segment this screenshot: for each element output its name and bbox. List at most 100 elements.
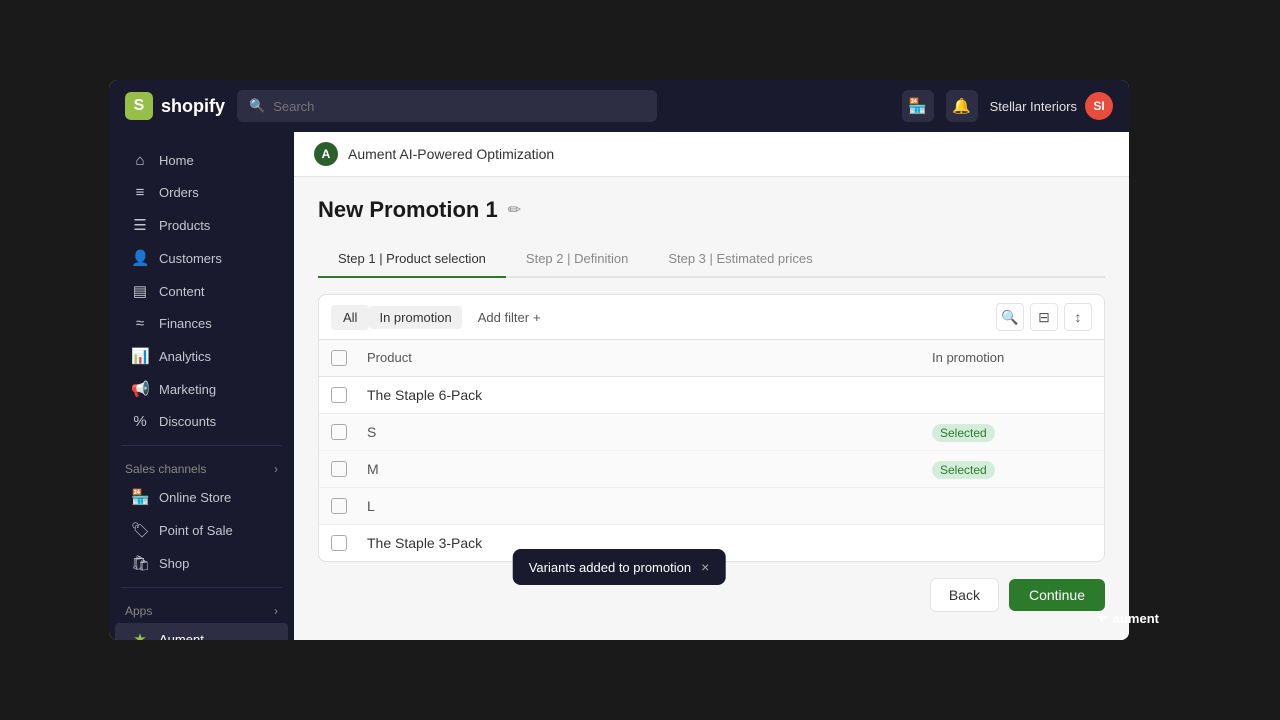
filter-tab-all[interactable]: All <box>331 305 369 330</box>
store-icon-button[interactable]: 🏪 <box>902 90 934 122</box>
sidebar-item-discounts[interactable]: % Discounts <box>115 406 288 437</box>
finances-icon: ≈ <box>131 315 149 332</box>
content-icon: ▤ <box>131 282 149 300</box>
home-icon: ⌂ <box>131 152 149 169</box>
toast-close-button[interactable]: × <box>701 559 709 575</box>
variant-name: M <box>367 461 932 477</box>
checkbox-row3[interactable] <box>331 461 347 477</box>
add-filter-button[interactable]: Add filter + <box>470 306 549 329</box>
sidebar-item-online-store[interactable]: 🏪 Online Store <box>115 481 288 513</box>
user-name: Stellar Interiors <box>990 99 1077 114</box>
sidebar-divider-2 <box>121 587 282 588</box>
top-bar: S shopify 🔍 🏪 🔔 Stellar Interiors SI <box>109 80 1129 132</box>
products-table: Product In promotion The Staple 6-Pack <box>318 339 1105 562</box>
analytics-icon: 📊 <box>131 347 149 365</box>
step-1[interactable]: Step 1 | Product selection <box>318 241 506 276</box>
sidebar-item-marketing[interactable]: 📢 Marketing <box>115 373 288 405</box>
customers-icon: 👤 <box>131 249 149 267</box>
aument-logo: A <box>314 142 338 166</box>
toast-message: Variants added to promotion <box>529 560 691 575</box>
sidebar-item-home[interactable]: ⌂ Home <box>115 145 288 176</box>
sidebar-item-label: Products <box>159 218 210 233</box>
sidebar-item-finances[interactable]: ≈ Finances <box>115 308 288 339</box>
apps-label[interactable]: Apps › <box>125 604 278 618</box>
step-2[interactable]: Step 2 | Definition <box>506 241 648 276</box>
header-product: Product <box>367 350 932 366</box>
aument-footer: ✦ aument <box>1095 608 1159 628</box>
search-input[interactable] <box>273 99 645 114</box>
variant-name: S <box>367 424 932 440</box>
filter-options-button[interactable]: ⊟ <box>1030 303 1058 331</box>
row-checkbox[interactable] <box>331 461 367 477</box>
row-checkbox[interactable] <box>331 498 367 514</box>
header-select <box>331 350 367 366</box>
aument-header: A Aument AI-Powered Optimization <box>294 132 1129 177</box>
search-icon: 🔍 <box>249 98 265 114</box>
aument-footer-text: aument <box>1113 611 1159 626</box>
sidebar-item-label: Marketing <box>159 382 216 397</box>
aument-footer-logo: ✦ aument <box>1095 608 1159 628</box>
sidebar-item-products[interactable]: ☰ Products <box>115 209 288 241</box>
header-in-promotion: In promotion <box>932 350 1092 366</box>
in-promotion-cell: Selected <box>932 424 1092 440</box>
sidebar-item-label: Home <box>159 153 194 168</box>
select-all-checkbox[interactable] <box>331 350 347 366</box>
row-checkbox[interactable] <box>331 387 367 403</box>
row-checkbox[interactable] <box>331 424 367 440</box>
sidebar-item-label: Content <box>159 284 205 299</box>
back-button[interactable]: Back <box>930 578 999 612</box>
sidebar-item-orders[interactable]: ≡ Orders <box>115 177 288 208</box>
content-area: A Aument AI-Powered Optimization New Pro… <box>294 132 1129 640</box>
sidebar-item-content[interactable]: ▤ Content <box>115 275 288 307</box>
sidebar-item-pos[interactable]: 🏷 Point of Sale <box>115 514 288 546</box>
filter-bar-right: 🔍 ⊟ ↕ <box>996 303 1092 331</box>
checkbox-row4[interactable] <box>331 498 347 514</box>
shopify-logo: S shopify <box>125 92 225 120</box>
sidebar-item-shop[interactable]: 🛍 Shop <box>115 547 288 579</box>
table-row: M Selected <box>319 451 1104 488</box>
apps-section: Apps › <box>109 598 294 622</box>
shop-icon: 🛍 <box>131 554 149 572</box>
sidebar-item-label: Analytics <box>159 349 211 364</box>
selected-badge: Selected <box>932 424 995 442</box>
table-row: S Selected <box>319 414 1104 451</box>
shopify-wordmark: shopify <box>161 96 225 117</box>
toast-notification: Variants added to promotion × <box>513 549 726 585</box>
checkbox-row2[interactable] <box>331 424 347 440</box>
page-title-row: New Promotion 1 ✏ <box>318 197 1105 223</box>
main-layout: ⌂ Home ≡ Orders ☰ Products 👤 Customers ▤ <box>109 132 1129 640</box>
marketing-icon: 📢 <box>131 380 149 398</box>
avatar: SI <box>1085 92 1113 120</box>
sort-button[interactable]: ↕ <box>1064 303 1092 331</box>
sidebar-item-customers[interactable]: 👤 Customers <box>115 242 288 274</box>
pos-icon: 🏷 <box>131 521 149 539</box>
online-store-icon: 🏪 <box>131 488 149 506</box>
edit-title-icon[interactable]: ✏ <box>508 200 521 220</box>
checkbox-row5[interactable] <box>331 535 347 551</box>
table-header: Product In promotion <box>319 340 1104 377</box>
chevron-right-icon: › <box>274 462 278 476</box>
step-3[interactable]: Step 3 | Estimated prices <box>648 241 832 276</box>
discounts-icon: % <box>131 413 149 430</box>
filter-tag-in-promotion[interactable]: In promotion <box>369 306 461 329</box>
stepper: Step 1 | Product selection Step 2 | Defi… <box>318 241 1105 278</box>
search-bar[interactable]: 🔍 <box>237 90 657 122</box>
row-checkbox[interactable] <box>331 535 367 551</box>
sidebar-item-label: Discounts <box>159 414 216 429</box>
sales-channels-label[interactable]: Sales channels › <box>125 462 278 476</box>
user-info[interactable]: Stellar Interiors SI <box>990 92 1113 120</box>
sidebar-item-label: Customers <box>159 251 222 266</box>
sidebar-item-label: Online Store <box>159 490 231 505</box>
right-panel: ✦ aument <box>1129 80 1171 640</box>
notification-bell-button[interactable]: 🔔 <box>946 90 978 122</box>
sidebar-item-aument[interactable]: ★ Aument <box>115 623 288 640</box>
sidebar-item-analytics[interactable]: 📊 Analytics <box>115 340 288 372</box>
table-row: The Staple 6-Pack <box>319 377 1104 414</box>
sidebar-item-label: Aument <box>159 632 204 641</box>
in-promotion-cell: Selected <box>932 461 1092 477</box>
search-filter-button[interactable]: 🔍 <box>996 303 1024 331</box>
checkbox-row1[interactable] <box>331 387 347 403</box>
aument-star-icon: ✦ <box>1095 608 1108 628</box>
orders-icon: ≡ <box>131 184 149 201</box>
continue-button[interactable]: Continue <box>1009 579 1105 611</box>
